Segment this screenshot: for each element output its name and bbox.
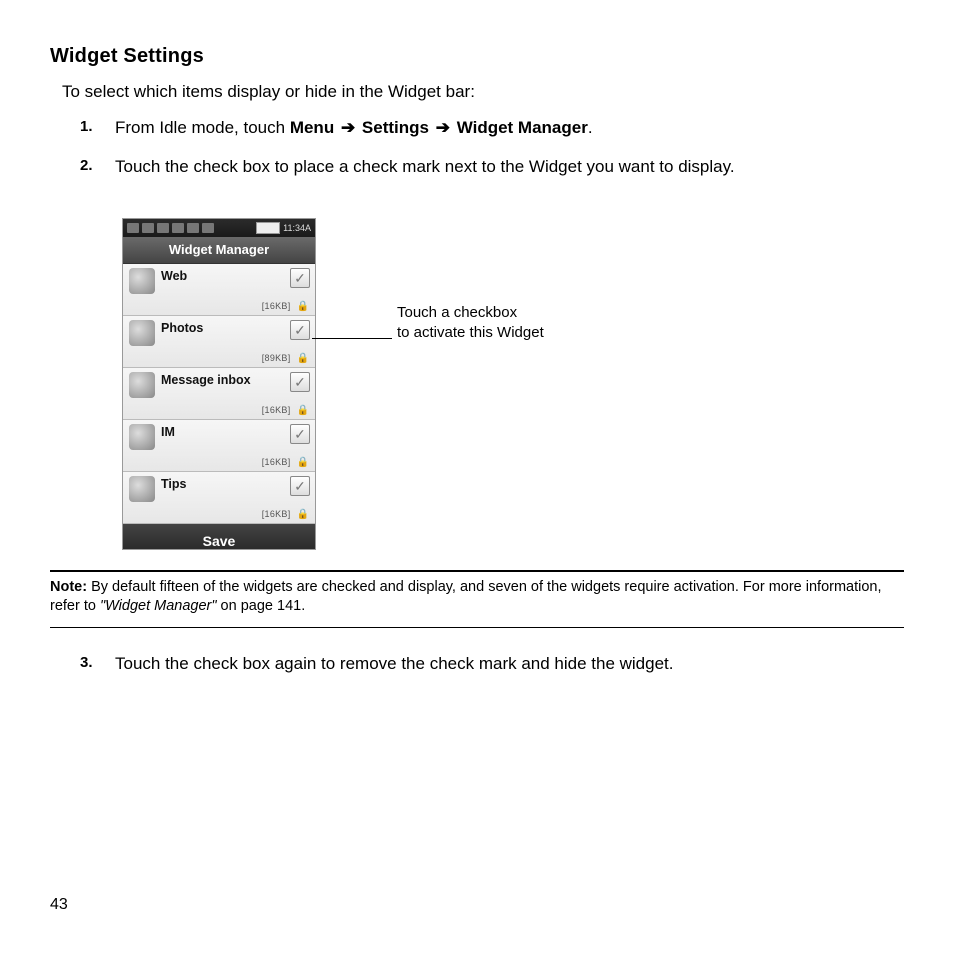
photo-icon	[129, 320, 155, 346]
phone-screenshot: 11:34A Widget Manager Web ✓ [16KB] 🔒 Pho…	[122, 218, 316, 550]
widget-list: Web ✓ [16KB] 🔒 Photos ✓ [89KB] 🔒	[123, 264, 315, 524]
note-label: Note:	[50, 579, 87, 595]
menu-label: Menu	[290, 118, 334, 137]
widget-label: Web	[161, 269, 187, 283]
step-1-prefix: From Idle mode, touch	[115, 118, 290, 137]
steps-list-continued: Touch the check box again to remove the …	[80, 650, 904, 679]
checkbox[interactable]: ✓	[290, 424, 310, 444]
widget-meta: [16KB] 🔒	[262, 509, 309, 520]
section-heading: Widget Settings	[50, 45, 904, 68]
save-button[interactable]: Save	[123, 524, 315, 550]
signal-icon	[127, 223, 139, 233]
widget-size: [16KB]	[262, 509, 291, 519]
widget-meta: [16KB] 🔒	[262, 457, 309, 468]
status-icon	[172, 223, 184, 233]
status-icon	[142, 223, 154, 233]
status-icon	[187, 223, 199, 233]
widget-size: [16KB]	[262, 405, 291, 415]
note-bottom-rule	[50, 627, 904, 628]
widget-row-im[interactable]: IM ✓ [16KB] 🔒	[123, 420, 315, 472]
battery-icon	[256, 222, 280, 234]
lock-icon: 🔒	[297, 353, 309, 364]
checkbox[interactable]: ✓	[290, 320, 310, 340]
note-top-rule	[50, 570, 904, 572]
manual-page: Widget Settings To select which items di…	[0, 0, 954, 954]
callout-line	[312, 338, 392, 339]
checkbox[interactable]: ✓	[290, 476, 310, 496]
phone-title: Widget Manager	[123, 237, 315, 264]
checkbox[interactable]: ✓	[290, 268, 310, 288]
steps-list: From Idle mode, touch Menu ➔ Settings ➔ …	[80, 114, 904, 182]
callout-text: Touch a checkbox to activate this Widget	[397, 303, 544, 344]
status-right: 11:34A	[256, 222, 311, 234]
lock-icon: 🔒	[297, 457, 309, 468]
callout-line1: Touch a checkbox	[397, 304, 517, 321]
widget-size: [89KB]	[262, 353, 291, 363]
widget-size: [16KB]	[262, 457, 291, 467]
widget-label: Message inbox	[161, 373, 251, 387]
status-icons	[127, 223, 214, 233]
widget-row-tips[interactable]: Tips ✓ [16KB] 🔒	[123, 472, 315, 524]
lock-icon: 🔒	[297, 301, 309, 312]
widget-meta: [16KB] 🔒	[262, 301, 309, 312]
widget-label: Photos	[161, 321, 203, 335]
period: .	[588, 118, 593, 137]
widget-label: Tips	[161, 477, 186, 491]
status-icon	[202, 223, 214, 233]
widget-size: [16KB]	[262, 301, 291, 311]
status-bar: 11:34A	[123, 219, 315, 237]
callout-line2: to activate this Widget	[397, 324, 544, 341]
figure: 11:34A Widget Manager Web ✓ [16KB] 🔒 Pho…	[122, 218, 904, 548]
chat-icon	[129, 424, 155, 450]
note-block: Note: By default fifteen of the widgets …	[50, 578, 904, 623]
envelope-icon	[129, 372, 155, 398]
widget-label: IM	[161, 425, 175, 439]
step-2: Touch the check box to place a check mar…	[80, 153, 904, 182]
widget-row-message-inbox[interactable]: Message inbox ✓ [16KB] 🔒	[123, 368, 315, 420]
status-icon	[157, 223, 169, 233]
intro-text: To select which items display or hide in…	[62, 82, 904, 102]
globe-icon	[129, 268, 155, 294]
tips-icon	[129, 476, 155, 502]
note-reference: "Widget Manager"	[100, 598, 217, 614]
note-body-b: on page 141.	[217, 598, 306, 614]
widget-manager-label: Widget Manager	[457, 118, 588, 137]
settings-label: Settings	[362, 118, 429, 137]
status-time: 11:34A	[283, 223, 311, 233]
lock-icon: 🔒	[297, 405, 309, 416]
arrow-icon: ➔	[436, 114, 450, 143]
lock-icon: 🔒	[297, 509, 309, 520]
step-3: Touch the check box again to remove the …	[80, 650, 904, 679]
widget-meta: [89KB] 🔒	[262, 353, 309, 364]
arrow-icon: ➔	[341, 114, 355, 143]
checkbox[interactable]: ✓	[290, 372, 310, 392]
step-1: From Idle mode, touch Menu ➔ Settings ➔ …	[80, 114, 904, 143]
widget-row-web[interactable]: Web ✓ [16KB] 🔒	[123, 264, 315, 316]
page-number: 43	[50, 896, 68, 914]
widget-meta: [16KB] 🔒	[262, 405, 309, 416]
widget-row-photos[interactable]: Photos ✓ [89KB] 🔒	[123, 316, 315, 368]
